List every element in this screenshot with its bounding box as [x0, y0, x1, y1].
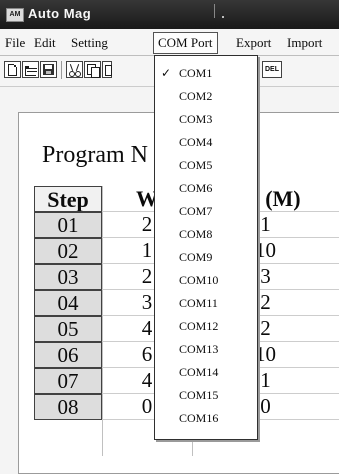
menu-com-port[interactable]: COM Port: [153, 32, 218, 54]
step-cell[interactable]: 02: [34, 238, 102, 264]
com-port-label: COM9: [179, 250, 213, 264]
checkmark-icon: ✓: [161, 66, 172, 80]
menu-import[interactable]: Import: [287, 35, 322, 51]
com-port-item[interactable]: COM5: [155, 154, 257, 176]
com-port-dropdown: ✓ COM1 COM2 COM3 COM4 COM5 COM6 COM7 COM…: [154, 55, 258, 440]
com-port-item[interactable]: COM6: [155, 177, 257, 199]
com-port-label: COM8: [179, 227, 213, 241]
com-port-label: COM14: [179, 365, 219, 379]
com-port-label: COM5: [179, 158, 213, 172]
title-dot: [222, 16, 224, 18]
com-port-label: COM2: [179, 89, 213, 103]
menu-file[interactable]: File: [5, 35, 25, 51]
com-port-item[interactable]: COM10: [155, 269, 257, 291]
com-port-item[interactable]: COM16: [155, 407, 257, 429]
com-port-label: COM7: [179, 204, 213, 218]
com-port-item[interactable]: COM9: [155, 246, 257, 268]
com-port-item[interactable]: COM11: [155, 292, 257, 314]
toolbar-separator: [61, 61, 62, 79]
com-port-label: COM1: [179, 66, 213, 80]
cut-icon[interactable]: [66, 61, 83, 78]
column-header-step: Step: [34, 186, 102, 212]
com-port-item[interactable]: COM2: [155, 85, 257, 107]
com-port-item[interactable]: COM12: [155, 315, 257, 337]
com-port-label: COM13: [179, 342, 219, 356]
com-port-item[interactable]: COM14: [155, 361, 257, 383]
new-file-icon[interactable]: [4, 61, 21, 78]
com-port-label: COM11: [179, 296, 218, 310]
com-port-item[interactable]: ✓ COM1: [155, 62, 257, 84]
step-cell[interactable]: 01: [34, 212, 102, 238]
com-port-label: COM6: [179, 181, 213, 195]
save-icon[interactable]: [40, 61, 57, 78]
app-icon: AM: [6, 8, 24, 22]
menu-bar: File Edit Setting COM Port Export Import: [0, 29, 339, 56]
paste-icon[interactable]: [102, 61, 112, 78]
menu-export[interactable]: Export: [236, 35, 271, 51]
step-cell[interactable]: 08: [34, 394, 102, 420]
program-label: Program N: [42, 142, 148, 168]
com-port-label: COM16: [179, 411, 219, 425]
com-port-item[interactable]: COM7: [155, 200, 257, 222]
com-port-item[interactable]: COM8: [155, 223, 257, 245]
menu-edit[interactable]: Edit: [34, 35, 56, 51]
step-cell[interactable]: 06: [34, 342, 102, 368]
step-cell[interactable]: 05: [34, 316, 102, 342]
com-port-label: COM4: [179, 135, 213, 149]
com-port-label: COM10: [179, 273, 219, 287]
com-port-item[interactable]: COM13: [155, 338, 257, 360]
com-port-label: COM3: [179, 112, 213, 126]
com-port-label: COM15: [179, 388, 219, 402]
title-divider: [214, 4, 215, 18]
open-folder-icon[interactable]: [22, 61, 39, 78]
com-port-item[interactable]: COM3: [155, 108, 257, 130]
menu-setting[interactable]: Setting: [71, 35, 108, 51]
step-cell[interactable]: 07: [34, 368, 102, 394]
com-port-item[interactable]: COM4: [155, 131, 257, 153]
com-port-item[interactable]: COM15: [155, 384, 257, 406]
com-port-label: COM12: [179, 319, 219, 333]
step-cell[interactable]: 04: [34, 290, 102, 316]
copy-icon[interactable]: [84, 61, 101, 78]
delete-icon[interactable]: DEL: [262, 61, 282, 78]
step-cell[interactable]: 03: [34, 264, 102, 290]
title-bar: AM Auto Mag: [0, 0, 339, 29]
window-title: Auto Mag: [28, 6, 92, 21]
